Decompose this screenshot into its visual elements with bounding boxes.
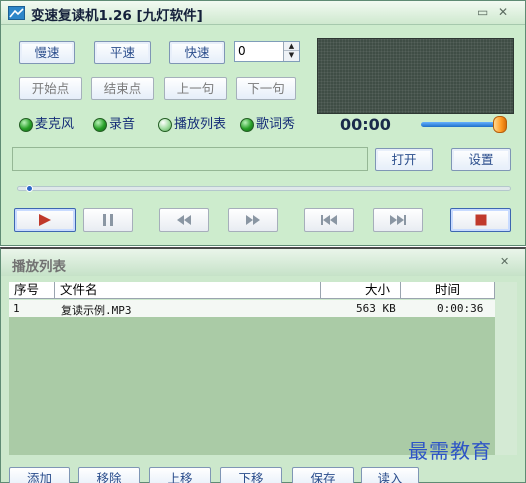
next-track-button[interactable] — [373, 208, 423, 232]
previous-sentence-button[interactable]: 上一句 — [164, 77, 227, 100]
play-icon — [39, 214, 51, 226]
spinner-down-icon[interactable]: ▼ — [284, 51, 299, 60]
move-down-button[interactable]: 下移 — [220, 467, 282, 483]
close-icon[interactable]: ✕ — [498, 4, 508, 20]
waveform-display — [317, 38, 514, 114]
fast-forward-icon — [246, 215, 260, 225]
seek-thumb[interactable] — [26, 185, 33, 192]
next-sentence-button[interactable]: 下一句 — [236, 77, 296, 100]
row-index: 1 — [13, 302, 20, 315]
mountain-icon — [8, 6, 25, 20]
minimize-icon[interactable]: ▭ — [477, 4, 488, 20]
title-bar[interactable]: 变速复读机1.26 [九灯软件] ▭ ✕ — [1, 1, 525, 25]
save-button[interactable]: 保存 — [292, 467, 354, 483]
option-label: 歌词秀 — [256, 117, 296, 132]
pause-button[interactable] — [83, 208, 133, 232]
stop-button[interactable] — [450, 208, 511, 232]
playlist-window: 播放列表 ✕ 序号 文件名 大小 时间 1 复读示例.MP3 563 KB 0:… — [0, 247, 526, 483]
indicator-on-icon — [93, 118, 107, 132]
previous-icon — [321, 215, 337, 225]
settings-button[interactable]: 设置 — [451, 148, 511, 171]
row-filename: 复读示例.MP3 — [61, 304, 132, 317]
row-size: 563 KB — [356, 302, 396, 315]
playlist-option[interactable]: 播放列表 — [158, 116, 238, 134]
end-point-button[interactable]: 结束点 — [91, 77, 154, 100]
indicator-on-icon — [240, 118, 254, 132]
spinner-up-icon[interactable]: ▲ — [284, 42, 299, 51]
indicator-off-icon — [158, 118, 172, 132]
normal-speed-button[interactable]: 平速 — [94, 41, 151, 64]
rewind-icon — [177, 215, 191, 225]
table-row[interactable]: 1 复读示例.MP3 563 KB 0:00:36 — [9, 300, 495, 317]
column-header-time[interactable]: 时间 — [401, 282, 495, 299]
speed-spinner-value: 0 — [238, 44, 246, 58]
watermark: 最需教育 — [408, 439, 492, 463]
time-display: 00:00 — [340, 115, 391, 134]
start-point-button[interactable]: 开始点 — [19, 77, 82, 100]
play-button[interactable] — [14, 208, 76, 232]
microphone-option[interactable]: 麦克风 — [19, 116, 87, 134]
next-icon — [390, 215, 406, 225]
close-icon[interactable]: ✕ — [500, 255, 509, 268]
stop-icon — [475, 214, 486, 226]
record-option[interactable]: 录音 — [93, 116, 149, 134]
move-up-button[interactable]: 上移 — [149, 467, 211, 483]
row-time: 0:00:36 — [437, 302, 484, 315]
volume-knob[interactable] — [493, 116, 507, 133]
remove-button[interactable]: 移除 — [78, 467, 140, 483]
lyrics-option[interactable]: 歌词秀 — [240, 116, 312, 134]
rewind-button[interactable] — [159, 208, 209, 232]
volume-slider[interactable] — [421, 122, 499, 127]
indicator-on-icon — [19, 118, 33, 132]
speed-spinner[interactable]: 0 ▲ ▼ — [234, 41, 300, 62]
column-header-size[interactable]: 大小 — [321, 282, 401, 299]
seek-bar[interactable] — [17, 186, 511, 191]
add-button[interactable]: 添加 — [9, 467, 70, 483]
slow-speed-button[interactable]: 慢速 — [19, 41, 75, 64]
fast-speed-button[interactable]: 快速 — [169, 41, 225, 64]
main-window: 变速复读机1.26 [九灯软件] ▭ ✕ 慢速 平速 快速 0 ▲ ▼ 开始点 … — [0, 0, 526, 246]
pause-icon — [103, 214, 113, 226]
previous-track-button[interactable] — [304, 208, 354, 232]
column-header-filename[interactable]: 文件名 — [55, 282, 321, 299]
playlist-title-bar[interactable]: 播放列表 ✕ — [1, 249, 525, 276]
load-button[interactable]: 读入 — [361, 467, 419, 483]
window-title: 变速复读机1.26 [九灯软件] — [31, 8, 203, 24]
fast-forward-button[interactable] — [228, 208, 278, 232]
option-label: 麦克风 — [35, 117, 75, 132]
option-label: 播放列表 — [174, 117, 227, 132]
option-label: 录音 — [109, 117, 136, 132]
playlist-title: 播放列表 — [12, 259, 66, 275]
playlist-side-panel — [495, 282, 517, 455]
open-button[interactable]: 打开 — [375, 148, 433, 171]
column-header-index[interactable]: 序号 — [9, 282, 55, 299]
file-path-field[interactable] — [12, 147, 368, 171]
